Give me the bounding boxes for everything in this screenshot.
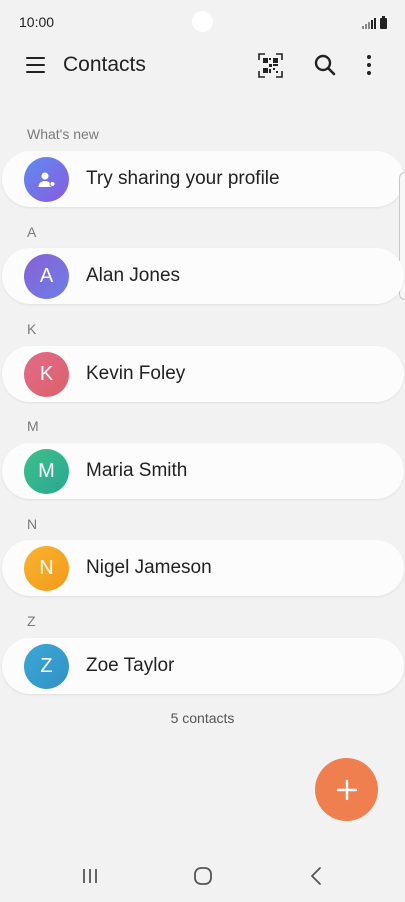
search-icon[interactable] xyxy=(313,53,337,77)
avatar: A xyxy=(24,254,69,299)
contact-row-kevin-foley[interactable]: K Kevin Foley xyxy=(2,346,404,402)
section-header-whats-new: What's new xyxy=(27,126,99,142)
avatar: K xyxy=(24,352,69,397)
contact-name: Zoe Taylor xyxy=(86,655,175,676)
section-header-m: M xyxy=(27,418,39,434)
avatar-initial: Z xyxy=(40,655,53,677)
signal-icon xyxy=(362,18,376,29)
recent-apps-icon[interactable] xyxy=(82,868,98,884)
section-header-n: N xyxy=(27,516,38,532)
contacts-count: 5 contacts xyxy=(170,710,235,726)
page-title: Contacts xyxy=(63,53,146,76)
contact-name: Nigel Jameson xyxy=(86,557,212,578)
back-icon[interactable] xyxy=(309,866,323,886)
avatar-initial: A xyxy=(39,265,54,287)
contact-row-alan-jones[interactable]: A Alan Jones xyxy=(2,248,404,304)
app-bar: Contacts xyxy=(0,44,405,88)
more-options-icon[interactable] xyxy=(359,53,379,77)
menu-icon[interactable] xyxy=(26,56,46,74)
contact-name: Kevin Foley xyxy=(86,363,186,384)
home-icon[interactable] xyxy=(193,866,213,886)
section-header-k: K xyxy=(27,321,37,337)
contact-row-maria-smith[interactable]: M Maria Smith xyxy=(2,443,404,499)
contact-name: Maria Smith xyxy=(86,460,188,481)
status-bar: 10:00 xyxy=(0,0,405,44)
contact-row-zoe-taylor[interactable]: Z Zoe Taylor xyxy=(2,638,404,694)
section-header-a: A xyxy=(27,224,37,240)
qr-code-icon[interactable] xyxy=(258,53,283,78)
avatar: N xyxy=(24,546,69,591)
person-share-icon xyxy=(38,172,55,187)
navigation-bar xyxy=(0,848,405,902)
section-header-z: Z xyxy=(27,613,36,629)
contact-row-nigel-jameson[interactable]: N Nigel Jameson xyxy=(2,540,404,596)
battery-icon xyxy=(380,16,387,29)
camera-cutout xyxy=(192,11,213,32)
avatar-initial: M xyxy=(38,460,55,482)
avatar-initial: K xyxy=(39,363,54,385)
contact-name: Alan Jones xyxy=(86,265,181,286)
avatar: Z xyxy=(24,644,69,689)
share-profile-card[interactable]: Try sharing your profile xyxy=(2,151,404,207)
avatar-initial: N xyxy=(39,557,54,579)
profile-share-avatar xyxy=(24,157,69,202)
plus-icon xyxy=(336,779,357,800)
status-icons xyxy=(362,15,387,29)
share-profile-label: Try sharing your profile xyxy=(86,168,280,189)
add-contact-button[interactable] xyxy=(315,758,378,821)
status-time: 10:00 xyxy=(19,14,55,30)
avatar: M xyxy=(24,449,69,494)
